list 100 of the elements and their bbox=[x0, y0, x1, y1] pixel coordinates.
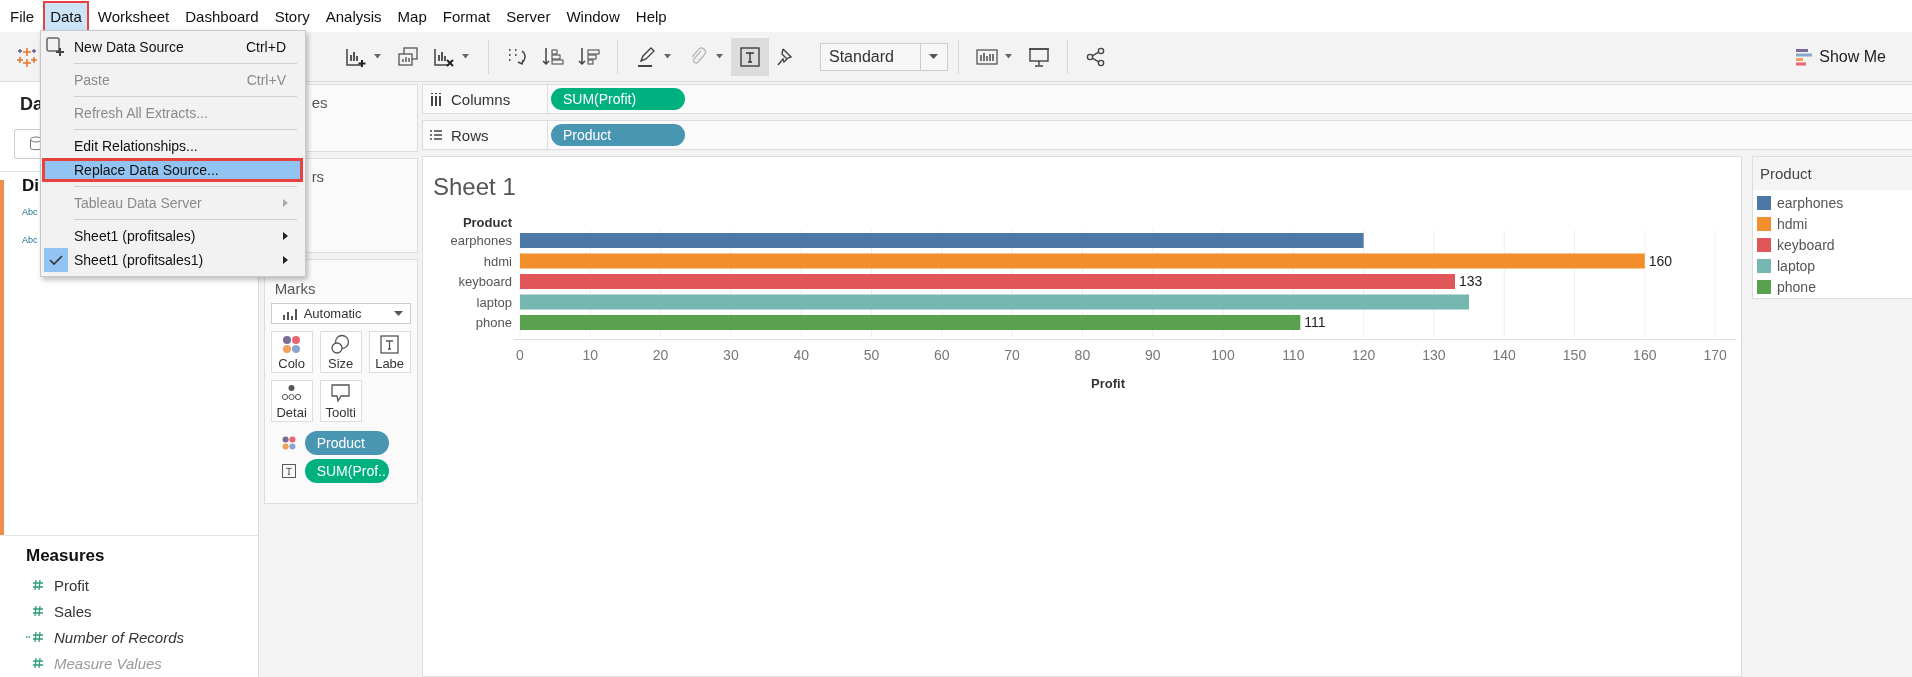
field-name[interactable]: Profit bbox=[54, 576, 89, 594]
tick-label: 50 bbox=[863, 346, 880, 363]
tick-label: 120 bbox=[1351, 346, 1376, 363]
tick-label: 60 bbox=[934, 346, 950, 363]
section-title: Di bbox=[22, 176, 40, 196]
card-title: es bbox=[310, 93, 329, 113]
mark-type-dropdown[interactable]: Automatic bbox=[270, 303, 411, 324]
tick-label: 80 bbox=[1074, 346, 1091, 363]
dots-icon bbox=[281, 382, 303, 403]
tick-label: 100 bbox=[1211, 346, 1235, 363]
card-title: rs bbox=[310, 167, 326, 187]
caret-icon bbox=[394, 310, 404, 317]
tick-label: 150 bbox=[1562, 346, 1587, 363]
color-dots-icon bbox=[280, 435, 297, 451]
fit-dropdown[interactable]: Standard bbox=[820, 42, 948, 71]
caret-icon[interactable] bbox=[1005, 54, 1013, 59]
menu-item[interactable]: Data bbox=[43, 0, 89, 32]
legend-label: keyboard bbox=[1777, 236, 1835, 253]
value-label: 133 bbox=[1459, 273, 1483, 289]
submenu-arrow-icon bbox=[282, 231, 290, 241]
tick-label: 20 bbox=[652, 346, 669, 363]
shelf-label: Rows bbox=[451, 126, 489, 144]
menu-option[interactable]: Sheet1 (profitsales) bbox=[42, 224, 303, 248]
shelf-label: Columns bbox=[451, 90, 511, 108]
menu-item[interactable]: Format bbox=[435, 0, 498, 32]
menu-option[interactable]: Sheet1 (profitsales1) bbox=[42, 248, 303, 272]
marks-button[interactable]: Detai bbox=[270, 380, 313, 422]
string-type-icon: Abc bbox=[22, 235, 38, 245]
category-label: laptop bbox=[476, 294, 512, 310]
calculated-number-icon bbox=[26, 631, 44, 643]
number-type-icon bbox=[32, 579, 44, 591]
columns-icon bbox=[429, 92, 443, 106]
tick-label: 0 bbox=[516, 346, 524, 363]
value-label: 111 bbox=[1304, 314, 1326, 330]
menu-item[interactable]: Story bbox=[267, 0, 317, 32]
section-title: Measures bbox=[25, 546, 106, 566]
tick-label: 130 bbox=[1422, 346, 1446, 363]
color-dots-icon bbox=[281, 333, 303, 354]
caret-icon[interactable] bbox=[716, 54, 724, 59]
menu-item[interactable]: Analysis bbox=[318, 0, 389, 32]
number-type-icon bbox=[32, 605, 44, 617]
legend-label: laptop bbox=[1777, 257, 1816, 274]
card-title: Marks bbox=[273, 279, 317, 299]
menu-option[interactable]: Replace Data Source... bbox=[42, 158, 303, 182]
axis-title: Product bbox=[462, 215, 512, 230]
tick-label: 70 bbox=[1004, 346, 1020, 363]
marks-button[interactable]: Colo bbox=[270, 331, 313, 373]
tick-label: 10 bbox=[582, 346, 599, 363]
tick-label: 90 bbox=[1144, 346, 1161, 363]
tick-label: 170 bbox=[1703, 346, 1727, 363]
text-icon bbox=[280, 463, 297, 479]
category-label: phone bbox=[475, 315, 512, 330]
legend-label: earphones bbox=[1777, 194, 1844, 211]
category-label: keyboard bbox=[458, 274, 512, 289]
caret-icon[interactable] bbox=[664, 54, 672, 59]
menu-item[interactable]: Server bbox=[499, 0, 558, 32]
field-name[interactable]: Sales bbox=[54, 602, 92, 620]
menu-item[interactable]: Worksheet bbox=[90, 0, 177, 32]
rows-icon bbox=[429, 128, 443, 142]
legend-label: phone bbox=[1777, 278, 1816, 295]
speech-bubble-icon bbox=[330, 382, 352, 403]
submenu-arrow-icon bbox=[282, 255, 290, 265]
marks-button[interactable]: Size bbox=[319, 331, 362, 373]
tick-label: 160 bbox=[1633, 346, 1657, 363]
tableau-logo-icon bbox=[16, 45, 38, 68]
category-label: earphones bbox=[450, 233, 512, 248]
number-type-icon bbox=[32, 657, 44, 669]
database-icon bbox=[29, 136, 43, 152]
legend-title: Product bbox=[1753, 157, 1912, 190]
tick-label: 30 bbox=[723, 346, 739, 363]
axis-title: Profit bbox=[1091, 375, 1126, 391]
circles-icon bbox=[330, 333, 352, 354]
bar-chart-icon bbox=[281, 306, 298, 321]
value-label: 160 bbox=[1648, 252, 1673, 269]
duplicate-sheet-icon[interactable] bbox=[396, 44, 420, 69]
new-source-icon bbox=[45, 36, 67, 58]
bar-chart-icon bbox=[1795, 47, 1814, 66]
field-name[interactable]: Number of Records bbox=[54, 628, 185, 646]
show-me-button[interactable]: Show Me bbox=[1791, 43, 1890, 70]
menu-item[interactable]: Help bbox=[628, 0, 674, 32]
menu-option[interactable]: New Data Source Ctrl+D bbox=[42, 35, 303, 59]
tick-label: 110 bbox=[1282, 346, 1305, 363]
caret-icon[interactable] bbox=[374, 54, 382, 59]
marks-button[interactable]: Labe bbox=[368, 331, 411, 373]
menu-item[interactable]: Dashboard bbox=[178, 0, 266, 32]
string-type-icon: Abc bbox=[22, 207, 38, 217]
text-icon bbox=[379, 333, 401, 354]
submenu-arrow-icon bbox=[282, 198, 290, 208]
caret-icon[interactable] bbox=[462, 54, 470, 59]
legend-label: hdmi bbox=[1777, 215, 1808, 232]
menu-item[interactable]: Window bbox=[559, 0, 627, 32]
caret-icon bbox=[929, 53, 939, 60]
tick-label: 40 bbox=[793, 346, 809, 363]
sheet-title: Sheet 1 bbox=[432, 173, 516, 201]
menu-option[interactable]: Edit Relationships... bbox=[42, 134, 303, 158]
menu-item[interactable]: Map bbox=[390, 0, 434, 32]
category-label: hdmi bbox=[483, 253, 512, 269]
tick-label: 140 bbox=[1492, 346, 1516, 363]
marks-button[interactable]: Toolti bbox=[319, 380, 362, 422]
menu-item[interactable]: File bbox=[3, 0, 42, 32]
